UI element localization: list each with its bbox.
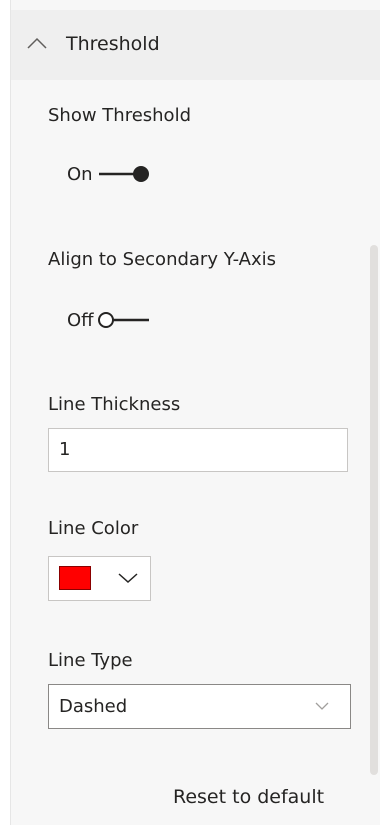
- align-secondary-label: Align to Secondary Y-Axis: [48, 249, 277, 270]
- line-type-value: Dashed: [59, 696, 128, 717]
- chevron-up-icon: [27, 37, 47, 49]
- line-thickness-label: Line Thickness: [48, 394, 181, 415]
- toggle-on-icon: [98, 166, 149, 182]
- line-thickness-input[interactable]: 1: [48, 428, 348, 472]
- scrollbar[interactable]: [370, 245, 378, 775]
- line-type-dropdown[interactable]: Dashed: [48, 684, 351, 729]
- line-type-label: Line Type: [48, 650, 133, 671]
- toggle-off-icon: [97, 312, 149, 328]
- format-pane: Threshold Show Threshold On Align to Sec…: [10, 0, 380, 825]
- section-title: Threshold: [66, 33, 160, 55]
- color-swatch: [59, 566, 91, 590]
- toggle-state-label: Off: [67, 309, 94, 331]
- align-secondary-toggle[interactable]: Off: [67, 306, 158, 334]
- show-threshold-toggle[interactable]: On: [67, 160, 159, 188]
- threshold-section-header[interactable]: Threshold: [11, 10, 380, 80]
- line-color-label: Line Color: [48, 518, 139, 539]
- chevron-down-icon: [315, 702, 329, 710]
- show-threshold-label: Show Threshold: [48, 105, 191, 126]
- line-color-picker[interactable]: [48, 556, 151, 601]
- toggle-state-label: On: [67, 163, 93, 185]
- reset-to-default-link[interactable]: Reset to default: [173, 786, 324, 808]
- chevron-down-icon: [118, 573, 138, 584]
